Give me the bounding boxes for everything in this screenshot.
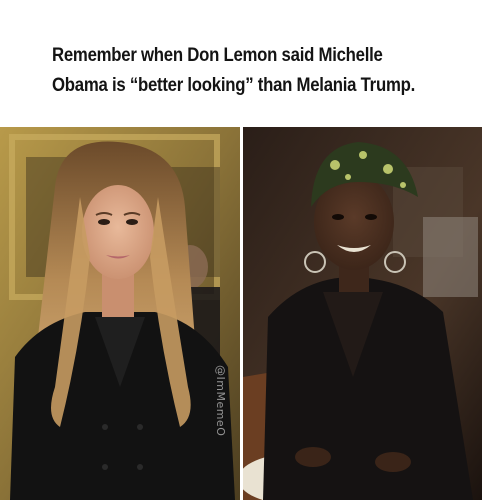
watermark-text: @ImMemeO <box>214 365 227 437</box>
caption-line-1: Remember when Don Lemon said Michelle <box>52 44 383 66</box>
right-photo <box>243 127 482 500</box>
caption-line-2: Obama is “better looking” than Melania T… <box>52 74 415 96</box>
meme-caption: Remember when Don Lemon said Michelle Ob… <box>52 40 415 100</box>
left-photo <box>0 127 240 500</box>
meme-post: Remember when Don Lemon said Michelle Ob… <box>0 0 482 500</box>
